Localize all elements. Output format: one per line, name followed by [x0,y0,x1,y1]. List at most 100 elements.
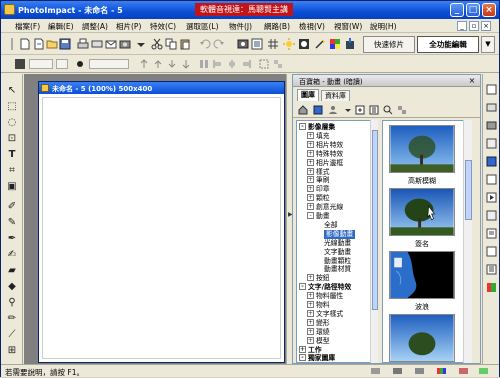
dropdown-arrow-icon[interactable] [135,38,147,50]
dock-info-icon[interactable] [486,228,497,239]
collapse-icon[interactable]: - [299,123,306,130]
collapse-icon[interactable]: - [299,354,306,362]
title-bar[interactable]: PhotoImpact - 未命名 - 5 軟體音視達：馬聰賢主講 _ □ × [1,1,499,19]
align-center-icon[interactable] [227,59,237,69]
menu-photo[interactable]: 相片(P) [116,21,141,32]
dock-camera-icon[interactable] [486,120,497,131]
expand-icon[interactable]: + [307,185,314,193]
paste-icon[interactable] [179,38,191,50]
doc-restore-button[interactable]: ▫ [469,21,479,31]
tree-item[interactable]: + 填充 [307,131,330,141]
light-icon[interactable] [283,38,295,50]
menu-file[interactable]: 檔案(F) [15,21,40,32]
expand-icon[interactable]: + [307,167,314,175]
new-web-icon[interactable] [33,38,45,50]
align-right-icon[interactable] [241,59,251,69]
expand-icon[interactable]: + [307,194,314,202]
expand-icon[interactable]: + [307,327,314,335]
expand-icon[interactable]: + [307,131,314,139]
tree-item[interactable]: - 獨家圖庫 [299,354,335,362]
redo-icon[interactable] [213,38,225,50]
home-icon[interactable] [298,105,308,115]
expand-icon[interactable]: + [307,158,314,166]
fill-tool-icon[interactable]: ◆ [5,280,19,293]
eraser-tool-icon[interactable]: ▰ [5,264,19,277]
group-icon[interactable] [259,59,269,69]
tree-item[interactable]: + 模型 [307,336,330,346]
tree-item[interactable]: + 按鈕 [307,274,330,283]
tree-item[interactable]: - 動畫 [307,212,330,221]
dock-timeline-icon[interactable] [486,192,497,203]
tree-item[interactable]: + 文字樣式 [307,309,343,319]
expand-icon[interactable]: + [307,149,314,157]
expand-icon[interactable]: + [307,176,314,184]
magic-wand-icon[interactable] [314,38,326,50]
properties-icon[interactable] [369,105,379,115]
unit-field[interactable] [56,59,68,69]
tree-item[interactable]: + 物料 [307,301,330,310]
expand-icon[interactable]: + [307,140,314,148]
copy-icon[interactable] [165,38,177,50]
retouch-tool-icon[interactable]: ✒ [5,232,19,245]
pick-tool-icon[interactable]: ↖ [5,84,19,97]
zoom-tool-icon[interactable]: ⚲ [5,296,19,309]
view-icon[interactable] [397,105,407,115]
tree-item[interactable]: + 印章 [307,185,330,194]
export-icon[interactable] [344,38,356,50]
minimize-button[interactable]: _ [450,3,464,17]
doc-minimize-button[interactable]: _ [457,21,467,31]
quick-fix-button[interactable]: 快速修片 [363,36,415,53]
tree-item[interactable]: 文字動畫 [324,248,351,257]
menu-edit[interactable]: 編輯(E) [48,21,74,32]
document-title-bar[interactable]: 未命名 - 5 (100%) 500x400 [39,82,284,94]
add-icon[interactable] [355,105,365,115]
maximize-button[interactable]: □ [466,3,480,17]
expand-icon[interactable]: + [307,301,314,308]
expand-icon[interactable]: + [307,318,314,326]
lasso-tool-icon[interactable]: ◌ [5,116,19,129]
thumbnail-signature[interactable] [389,188,455,236]
expand-icon[interactable]: + [307,309,314,317]
email-icon[interactable] [105,38,117,50]
grid-icon[interactable] [267,38,279,50]
dock-layer-icon[interactable] [486,174,497,185]
menu-web[interactable]: 網路(B) [264,21,290,32]
tree-item[interactable]: - 影像層集 [299,123,335,132]
open-icon[interactable] [46,38,58,50]
dock-quick-icon[interactable] [486,210,497,221]
path-tool-icon[interactable]: ⟋ [5,328,19,341]
text-tool-icon[interactable]: T [5,148,19,161]
scan-icon[interactable] [91,38,103,50]
capture-icon[interactable] [237,38,249,50]
tab-library[interactable]: 資料庫 [321,90,350,101]
tree-item[interactable]: 影像動畫 [324,229,356,239]
panel-close-icon[interactable]: × [467,76,477,86]
menu-adjust[interactable]: 調整(A) [82,21,108,32]
thumbnail-gaussian-blur[interactable] [389,125,455,173]
dock-color-icon[interactable] [486,282,497,293]
eyedropper-tool-icon[interactable]: ✐ [5,200,19,213]
tree-item[interactable]: + 創意光線 [307,203,343,212]
align-left-icon[interactable] [213,59,223,69]
menu-effect[interactable]: 特效(C) [150,21,176,32]
gallery-icon[interactable] [313,105,323,115]
dock-panel-icon[interactable] [486,246,497,257]
tree-scrollbar[interactable] [370,120,378,363]
align-up-icon[interactable] [153,59,163,69]
expand-icon[interactable]: + [307,336,314,344]
palette-icon[interactable] [329,38,341,50]
thumbnail-wave[interactable] [389,251,455,299]
dock-list-icon[interactable] [486,264,497,275]
person-icon[interactable] [328,105,338,115]
tree-item[interactable]: + 顆粒 [307,194,330,203]
tree-item[interactable]: 光線動畫 [324,239,351,248]
circle-icon[interactable] [75,59,85,69]
app-icon[interactable] [4,4,15,15]
distribute-icon[interactable] [199,59,209,69]
layer-manager-icon[interactable] [486,84,497,95]
thumbnail-scroll-thumb[interactable] [465,160,472,220]
menu-selection[interactable]: 選取區(L) [186,21,219,32]
print-icon[interactable] [77,38,89,50]
align-top-icon[interactable] [139,59,149,69]
opacity-field[interactable] [89,59,129,69]
